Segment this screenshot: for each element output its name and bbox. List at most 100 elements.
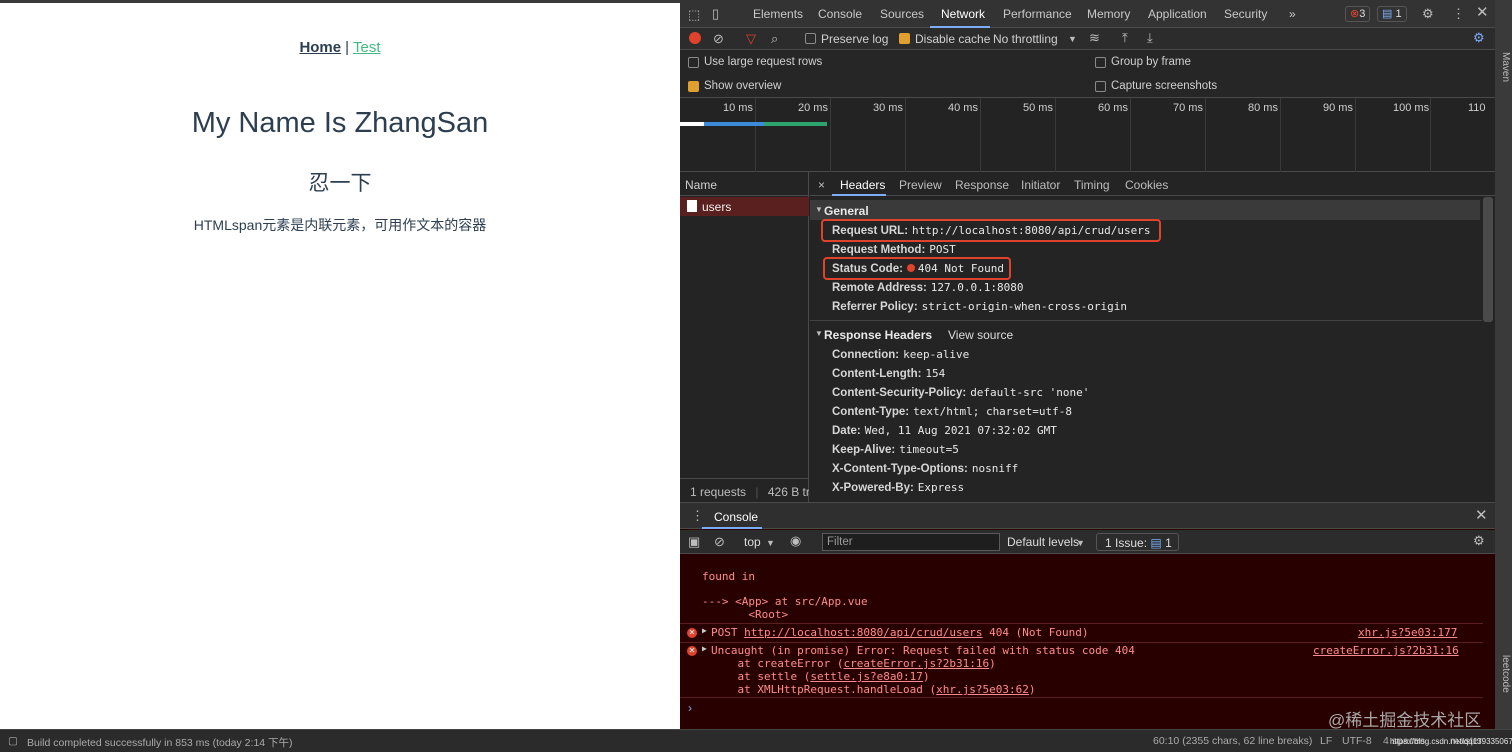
general-section-header[interactable]: ▼ General [810, 200, 1480, 220]
drawer-tab-console[interactable]: Console [714, 510, 758, 524]
context-dropdown-icon[interactable]: ▼ [766, 536, 775, 550]
device-toggle-icon[interactable]: ▯ [712, 7, 719, 21]
tab-sources[interactable]: Sources [880, 7, 924, 21]
stack-frame-link[interactable]: xhr.js?5e03:62 [936, 683, 1029, 696]
timeline-tick: 40 ms [948, 102, 978, 114]
log-levels-select[interactable]: Default levels [1007, 535, 1079, 549]
error-icon: ✕ [687, 646, 697, 656]
tab-console[interactable]: Console [818, 7, 862, 21]
record-stop-icon[interactable] [689, 32, 701, 44]
clear-icon[interactable]: ⊘ [713, 32, 724, 46]
response-headers-section-header[interactable]: ▼ Response Headers View source [810, 324, 1480, 344]
file-encoding[interactable]: UTF-8 [1342, 735, 1372, 747]
cursor-position[interactable]: 60:10 (2355 chars, 62 line breaks) [1153, 735, 1312, 747]
error-source-link[interactable]: createError.js?2b31:16 [1313, 644, 1459, 657]
search-icon[interactable]: ⌕ [771, 32, 778, 46]
timeline-gridline [755, 98, 756, 172]
close-devtools-icon[interactable]: ✕ [1476, 5, 1489, 20]
timeline-gridline [905, 98, 906, 172]
transfer-size: 426 B trar [767, 485, 809, 499]
throttling-select[interactable]: No throttling [993, 32, 1058, 46]
throttling-dropdown-icon[interactable]: ▼ [1068, 32, 1077, 46]
nav-home-link[interactable]: Home [299, 39, 341, 56]
network-settings-gear-icon[interactable]: ⚙ [1473, 31, 1485, 45]
maven-tool-window-label[interactable]: Maven [1500, 52, 1511, 82]
expand-triangle-icon[interactable]: ▶ [702, 644, 707, 653]
timeline-tick: 70 ms [1173, 102, 1203, 114]
timeline-tick: 90 ms [1323, 102, 1353, 114]
preserve-log-checkbox[interactable] [805, 33, 816, 44]
tab-timing[interactable]: Timing [1074, 178, 1110, 192]
nav-separator: | [345, 39, 350, 56]
show-overview-checkbox[interactable] [688, 81, 699, 92]
line-separator[interactable]: LF [1320, 735, 1332, 747]
close-detail-icon[interactable]: × [818, 178, 825, 192]
message-badge[interactable]: ▤ 1 [1377, 6, 1407, 22]
nav-test-link[interactable]: Test [353, 39, 381, 56]
capture-screenshots-checkbox[interactable] [1095, 81, 1106, 92]
console-prompt[interactable]: › [688, 701, 692, 715]
group-by-frame-checkbox[interactable] [1095, 57, 1106, 68]
name-column-header[interactable]: Name [680, 172, 809, 196]
tab-performance[interactable]: Performance [1003, 7, 1072, 21]
filter-icon[interactable]: ▽ [746, 32, 756, 46]
tab-cookies[interactable]: Cookies [1125, 178, 1168, 192]
tab-application[interactable]: Application [1148, 7, 1207, 21]
issues-button[interactable]: 1 Issue: ▤ 1 [1096, 533, 1179, 551]
error-icon: ✕ [687, 628, 697, 638]
console-settings-gear-icon[interactable]: ⚙ [1473, 534, 1485, 548]
console-filter-input[interactable]: Filter [822, 533, 1000, 551]
detail-tabs: × Headers Preview Response Initiator Tim… [810, 172, 1495, 196]
import-har-icon[interactable]: ⤒ [1122, 31, 1128, 45]
error-url-link[interactable]: http://localhost:8080/api/crud/users [744, 626, 982, 639]
console-toolbar: ▣ ⊘ top ▼ ◉ Filter Default levels ▼ 1 Is… [680, 530, 1495, 554]
large-rows-checkbox[interactable] [688, 57, 699, 68]
timeline-bar-request [704, 122, 764, 126]
stack-frame: at XMLHttpRequest.handleLoad (xhr.js?5e0… [711, 683, 1036, 696]
close-drawer-icon[interactable]: ✕ [1475, 508, 1488, 523]
tab-headers[interactable]: Headers [840, 178, 885, 192]
request-count: 1 requests [690, 485, 747, 499]
tab-memory[interactable]: Memory [1087, 7, 1130, 21]
leetcode-tool-window-label[interactable]: leetcode [1500, 655, 1511, 693]
referrer-policy-row: Referrer Policy: strict-origin-when-cross… [832, 300, 1127, 313]
tab-network[interactable]: Network [941, 7, 985, 21]
sidebar-toggle-icon[interactable]: ▣ [688, 535, 700, 549]
tab-response[interactable]: Response [955, 178, 1009, 192]
stack-frame-link[interactable]: settle.js?e8a0:17 [810, 670, 923, 683]
detail-scrollbar[interactable] [1483, 197, 1493, 322]
remote-address-row: Remote Address: 127.0.0.1:8080 [832, 281, 1024, 294]
network-overview-timeline[interactable]: 10 ms 20 ms 30 ms 40 ms 50 ms 60 ms 70 m… [680, 98, 1495, 172]
stack-frame-link[interactable]: createError.js?2b31:16 [843, 657, 989, 670]
status-toggle-icon[interactable]: ▢ [8, 735, 18, 747]
expand-triangle-icon[interactable]: ▶ [702, 626, 707, 635]
view-source-link[interactable]: View source [948, 328, 1013, 342]
levels-dropdown-icon[interactable]: ▼ [1076, 536, 1085, 550]
tab-preview[interactable]: Preview [899, 178, 942, 192]
request-row-users[interactable]: users [680, 197, 809, 216]
context-selector[interactable]: top [744, 535, 761, 549]
drawer-menu-icon[interactable]: ⋮ [691, 509, 704, 523]
inspect-element-icon[interactable]: ⬚ [688, 8, 700, 22]
tab-elements[interactable]: Elements [753, 7, 803, 21]
error-badge[interactable]: ⊗3 [1345, 6, 1371, 22]
disable-cache-checkbox[interactable] [899, 33, 910, 44]
error-source-link[interactable]: xhr.js?5e03:177 [1358, 626, 1457, 639]
devtools-tabbar: ⬚ ▯ Elements Console Sources Network Per… [680, 0, 1495, 28]
tab-security[interactable]: Security [1224, 7, 1267, 21]
live-expression-eye-icon[interactable]: ◉ [790, 534, 801, 548]
response-header-row: X-Content-Type-Options: nosniff [832, 462, 1019, 475]
kebab-menu-icon[interactable]: ⋮ [1452, 7, 1465, 21]
tab-initiator[interactable]: Initiator [1021, 178, 1060, 192]
more-tabs-button[interactable]: » [1289, 7, 1296, 21]
export-har-icon[interactable]: ⤓ [1147, 31, 1153, 45]
request-name-pane: Name users 1 requests | 426 B trar [680, 172, 809, 502]
timeline-tick: 80 ms [1248, 102, 1278, 114]
clear-console-icon[interactable]: ⊘ [714, 535, 725, 549]
timeline-tick: 60 ms [1098, 102, 1128, 114]
network-conditions-icon[interactable]: ≋ [1089, 31, 1100, 45]
show-overview-label: Show overview [704, 80, 782, 92]
request-url-highlight [821, 219, 1161, 242]
console-error-uncaught: Uncaught (in promise) Error: Request fai… [711, 644, 1135, 657]
settings-gear-icon[interactable]: ⚙ [1422, 7, 1434, 21]
